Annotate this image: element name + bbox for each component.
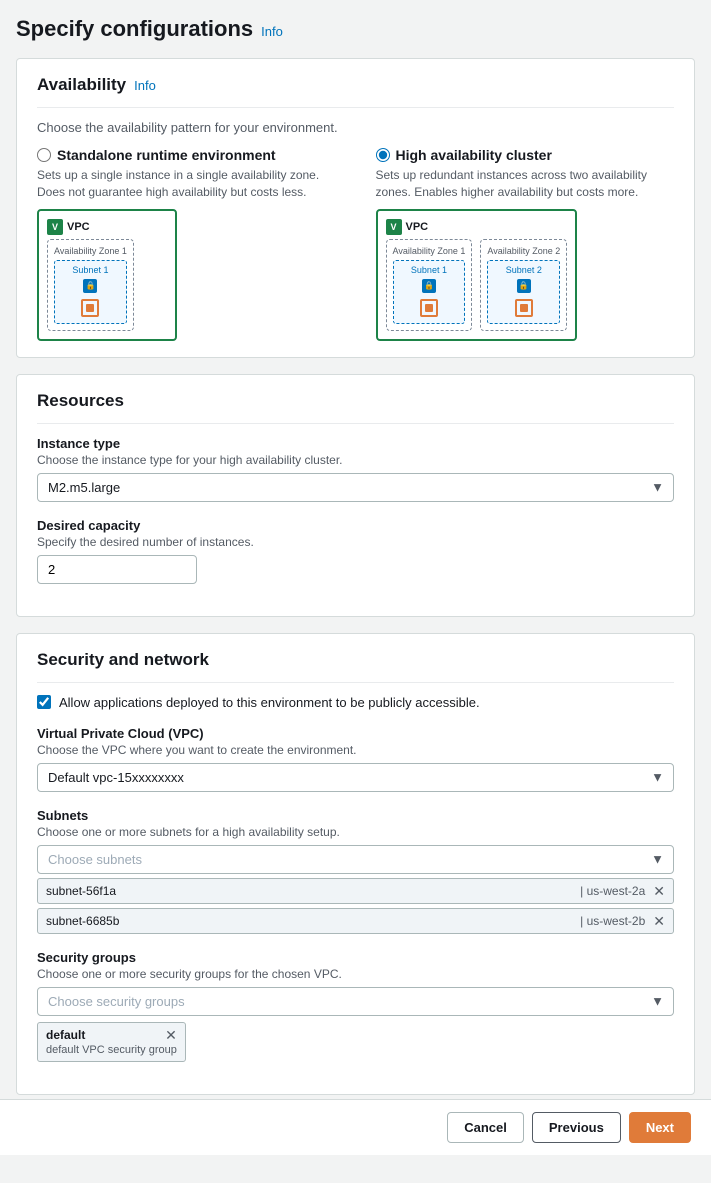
ha-az1: Availability Zone 1 Subnet 1 🔒 [386,239,473,331]
public-access-label: Allow applications deployed to this envi… [59,695,480,710]
security-group-default-desc: default VPC security group [46,1044,177,1056]
vpc-icon-standalone: V [47,219,63,235]
availability-options: Standalone runtime environment Sets up a… [37,147,674,341]
subnet-icon-ha2: 🔒 [517,279,531,293]
security-group-default-name: default [46,1028,85,1042]
instance-type-label: Instance type [37,436,674,451]
standalone-az1: Availability Zone 1 Subnet 1 🔒 [47,239,134,331]
standalone-vpc-label: VPC [67,221,90,233]
subnet-icon-ha1: 🔒 [422,279,436,293]
security-groups-tags: default ✕ default VPC security group [37,1022,674,1062]
ha-subnet2-label: Subnet 2 [506,265,542,275]
vpc-select[interactable]: Default vpc-15xxxxxxxx [37,763,674,792]
instance-icon-ha2 [513,297,535,319]
vpc-hint: Choose the VPC where you want to create … [37,743,674,757]
ha-subnet1: Subnet 1 🔒 [393,260,466,324]
ha-subnet1-label: Subnet 1 [411,265,447,275]
next-button[interactable]: Next [629,1112,691,1143]
ha-radio[interactable] [376,148,390,162]
instance-type-select-wrapper: M2.m5.large ▼ [37,473,674,502]
vpc-icon-ha: V [386,219,402,235]
security-group-default-remove-button[interactable]: ✕ [165,1028,177,1042]
ha-diagram: V VPC Availability Zone 1 Subnet 1 🔒 [376,209,578,341]
desired-capacity-input[interactable] [37,555,197,584]
subnets-hint: Choose one or more subnets for a high av… [37,825,674,839]
subnet-tag-1: subnet-56f1a | us-west-2a ✕ [37,878,674,904]
instance-icon-ha1 [418,297,440,319]
security-network-section: Security and network Allow applications … [16,633,695,1095]
vpc-label: Virtual Private Cloud (VPC) [37,726,674,741]
subnets-select[interactable]: Choose subnets [37,845,674,874]
public-access-checkbox[interactable] [37,695,51,709]
security-groups-label: Security groups [37,950,674,965]
ha-az2-label: Availability Zone 2 [487,246,560,256]
instance-type-hint: Choose the instance type for your high a… [37,453,674,467]
subnets-select-wrapper: Choose subnets ▼ [37,845,674,874]
subnet-icon-standalone: 🔒 [83,279,97,293]
resources-title: Resources [37,391,124,411]
standalone-radio[interactable] [37,148,51,162]
security-groups-select[interactable]: Choose security groups [37,987,674,1016]
public-access-row: Allow applications deployed to this envi… [37,695,674,710]
security-group-default-tag: default ✕ default VPC security group [37,1022,186,1062]
instance-type-select[interactable]: M2.m5.large [37,473,674,502]
desired-capacity-label: Desired capacity [37,518,674,533]
subnet-2-az: | us-west-2b [580,914,645,928]
instance-icon-standalone [79,297,101,319]
security-groups-select-wrapper: Choose security groups ▼ [37,987,674,1016]
subnet-1-remove-button[interactable]: ✕ [653,884,665,898]
availability-title: Availability [37,75,126,95]
availability-section: Availability Info Choose the availabilit… [16,58,695,358]
footer-bar: Cancel Previous Next [0,1099,711,1155]
subnet-2-id: subnet-6685b [46,914,580,928]
security-groups-group: Security groups Choose one or more secur… [37,950,674,1062]
subnet-1-az: | us-west-2a [580,884,645,898]
standalone-subnet1-label: Subnet 1 [72,265,108,275]
subnets-group: Subnets Choose one or more subnets for a… [37,808,674,934]
ha-option: High availability cluster Sets up redund… [376,147,675,341]
instance-type-group: Instance type Choose the instance type f… [37,436,674,502]
ha-desc: Sets up redundant instances across two a… [376,167,675,201]
security-network-title: Security and network [37,650,209,670]
vpc-group: Virtual Private Cloud (VPC) Choose the V… [37,726,674,792]
standalone-diagram: V VPC Availability Zone 1 Subnet 1 🔒 [37,209,177,341]
subnet-tag-2: subnet-6685b | us-west-2b ✕ [37,908,674,934]
page-info-link[interactable]: Info [261,24,283,39]
ha-az2: Availability Zone 2 Subnet 2 🔒 [480,239,567,331]
standalone-option: Standalone runtime environment Sets up a… [37,147,336,341]
desired-capacity-hint: Specify the desired number of instances. [37,535,674,549]
availability-info-link[interactable]: Info [134,78,156,93]
ha-vpc-label: VPC [406,221,429,233]
security-groups-hint: Choose one or more security groups for t… [37,967,674,981]
previous-button[interactable]: Previous [532,1112,621,1143]
ha-subnet2: Subnet 2 🔒 [487,260,560,324]
availability-description: Choose the availability pattern for your… [37,120,674,135]
subnets-label: Subnets [37,808,674,823]
subnet-2-remove-button[interactable]: ✕ [653,914,665,928]
standalone-label: Standalone runtime environment [57,147,276,163]
desired-capacity-group: Desired capacity Specify the desired num… [37,518,674,584]
cancel-button[interactable]: Cancel [447,1112,524,1143]
standalone-az1-label: Availability Zone 1 [54,246,127,256]
ha-label: High availability cluster [396,147,552,163]
ha-az1-label: Availability Zone 1 [393,246,466,256]
standalone-subnet1: Subnet 1 🔒 [54,260,127,324]
resources-section: Resources Instance type Choose the insta… [16,374,695,617]
page-title: Specify configurations [16,16,253,42]
vpc-select-wrapper: Default vpc-15xxxxxxxx ▼ [37,763,674,792]
subnet-1-id: subnet-56f1a [46,884,580,898]
standalone-desc: Sets up a single instance in a single av… [37,167,336,201]
